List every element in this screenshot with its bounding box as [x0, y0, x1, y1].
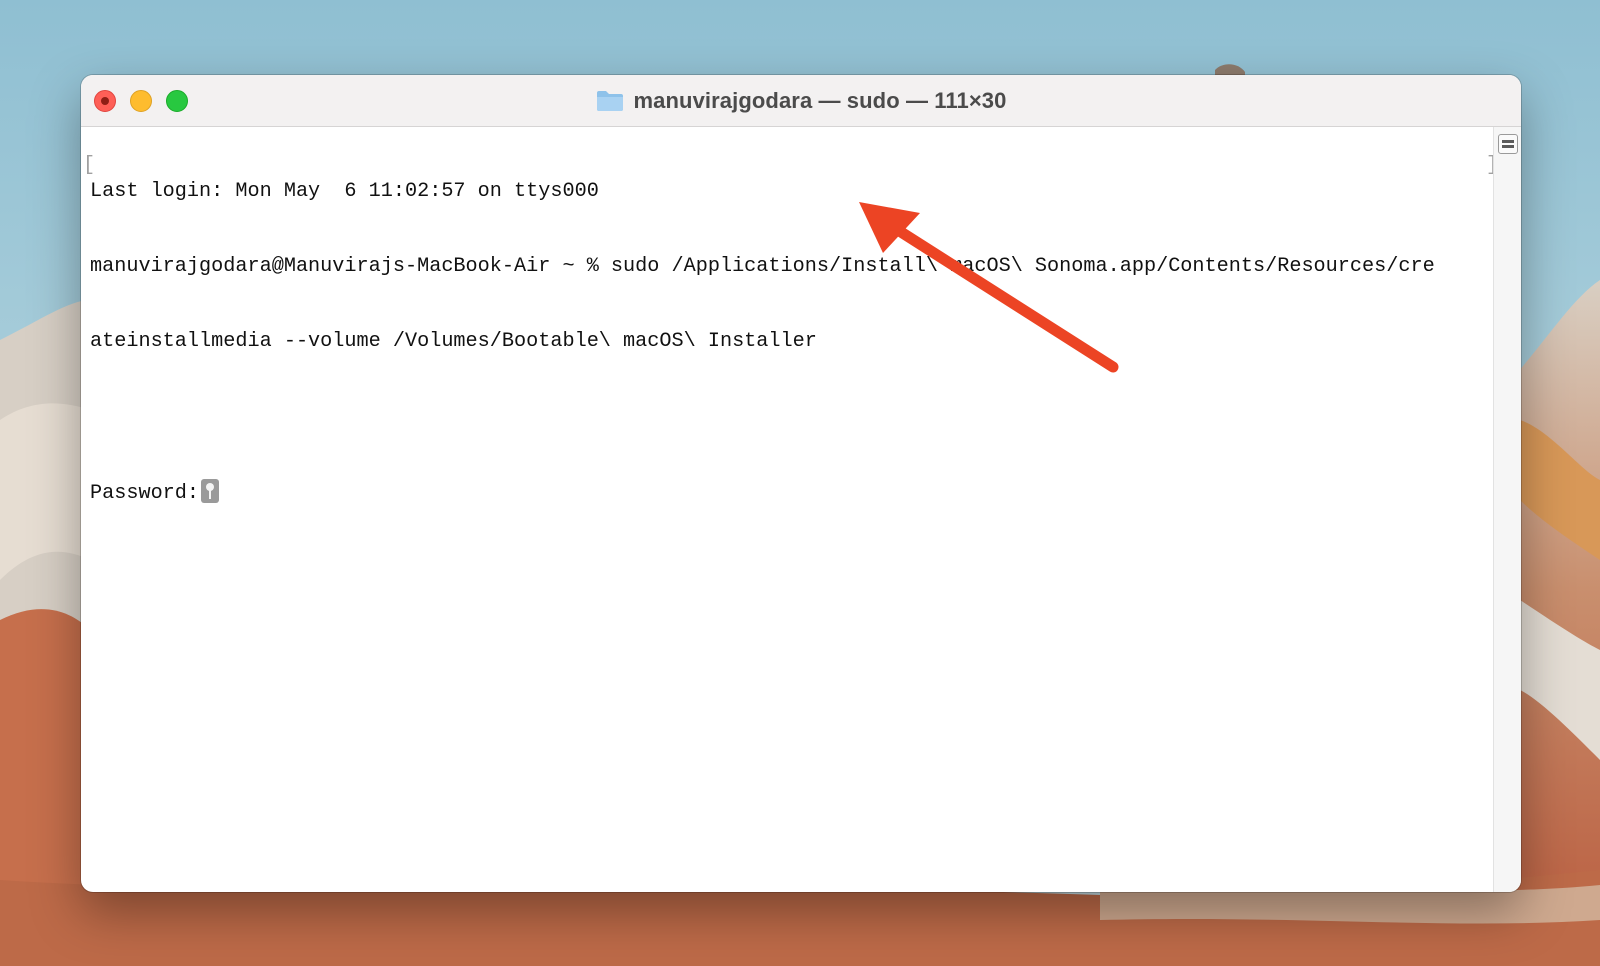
terminal-line: manuvirajgodara@Manuvirajs-MacBook-Air ~… — [90, 255, 1435, 278]
terminal-output[interactable]: Last login: Mon May 6 11:02:57 on ttys00… — [81, 127, 1493, 892]
terminal-window: manuvirajgodara — sudo — 111×30 [ ] Last… — [81, 75, 1521, 892]
terminal-line: Last login: Mon May 6 11:02:57 on ttys00… — [90, 180, 599, 203]
password-prompt-line[interactable]: Password: — [90, 479, 1493, 505]
folder-icon — [596, 90, 623, 111]
title-bar[interactable]: manuvirajgodara — sudo — 111×30 — [81, 75, 1521, 127]
window-title-area: manuvirajgodara — sudo — 111×30 — [81, 75, 1521, 126]
split-view-icon[interactable] — [1498, 134, 1518, 154]
terminal-line: ateinstallmedia --volume /Volumes/Bootab… — [90, 330, 817, 353]
window-title: manuvirajgodara — sudo — 111×30 — [633, 87, 1007, 113]
scrollbar[interactable] — [1493, 127, 1521, 892]
key-icon — [201, 479, 220, 503]
password-prompt: Password: — [90, 482, 200, 505]
